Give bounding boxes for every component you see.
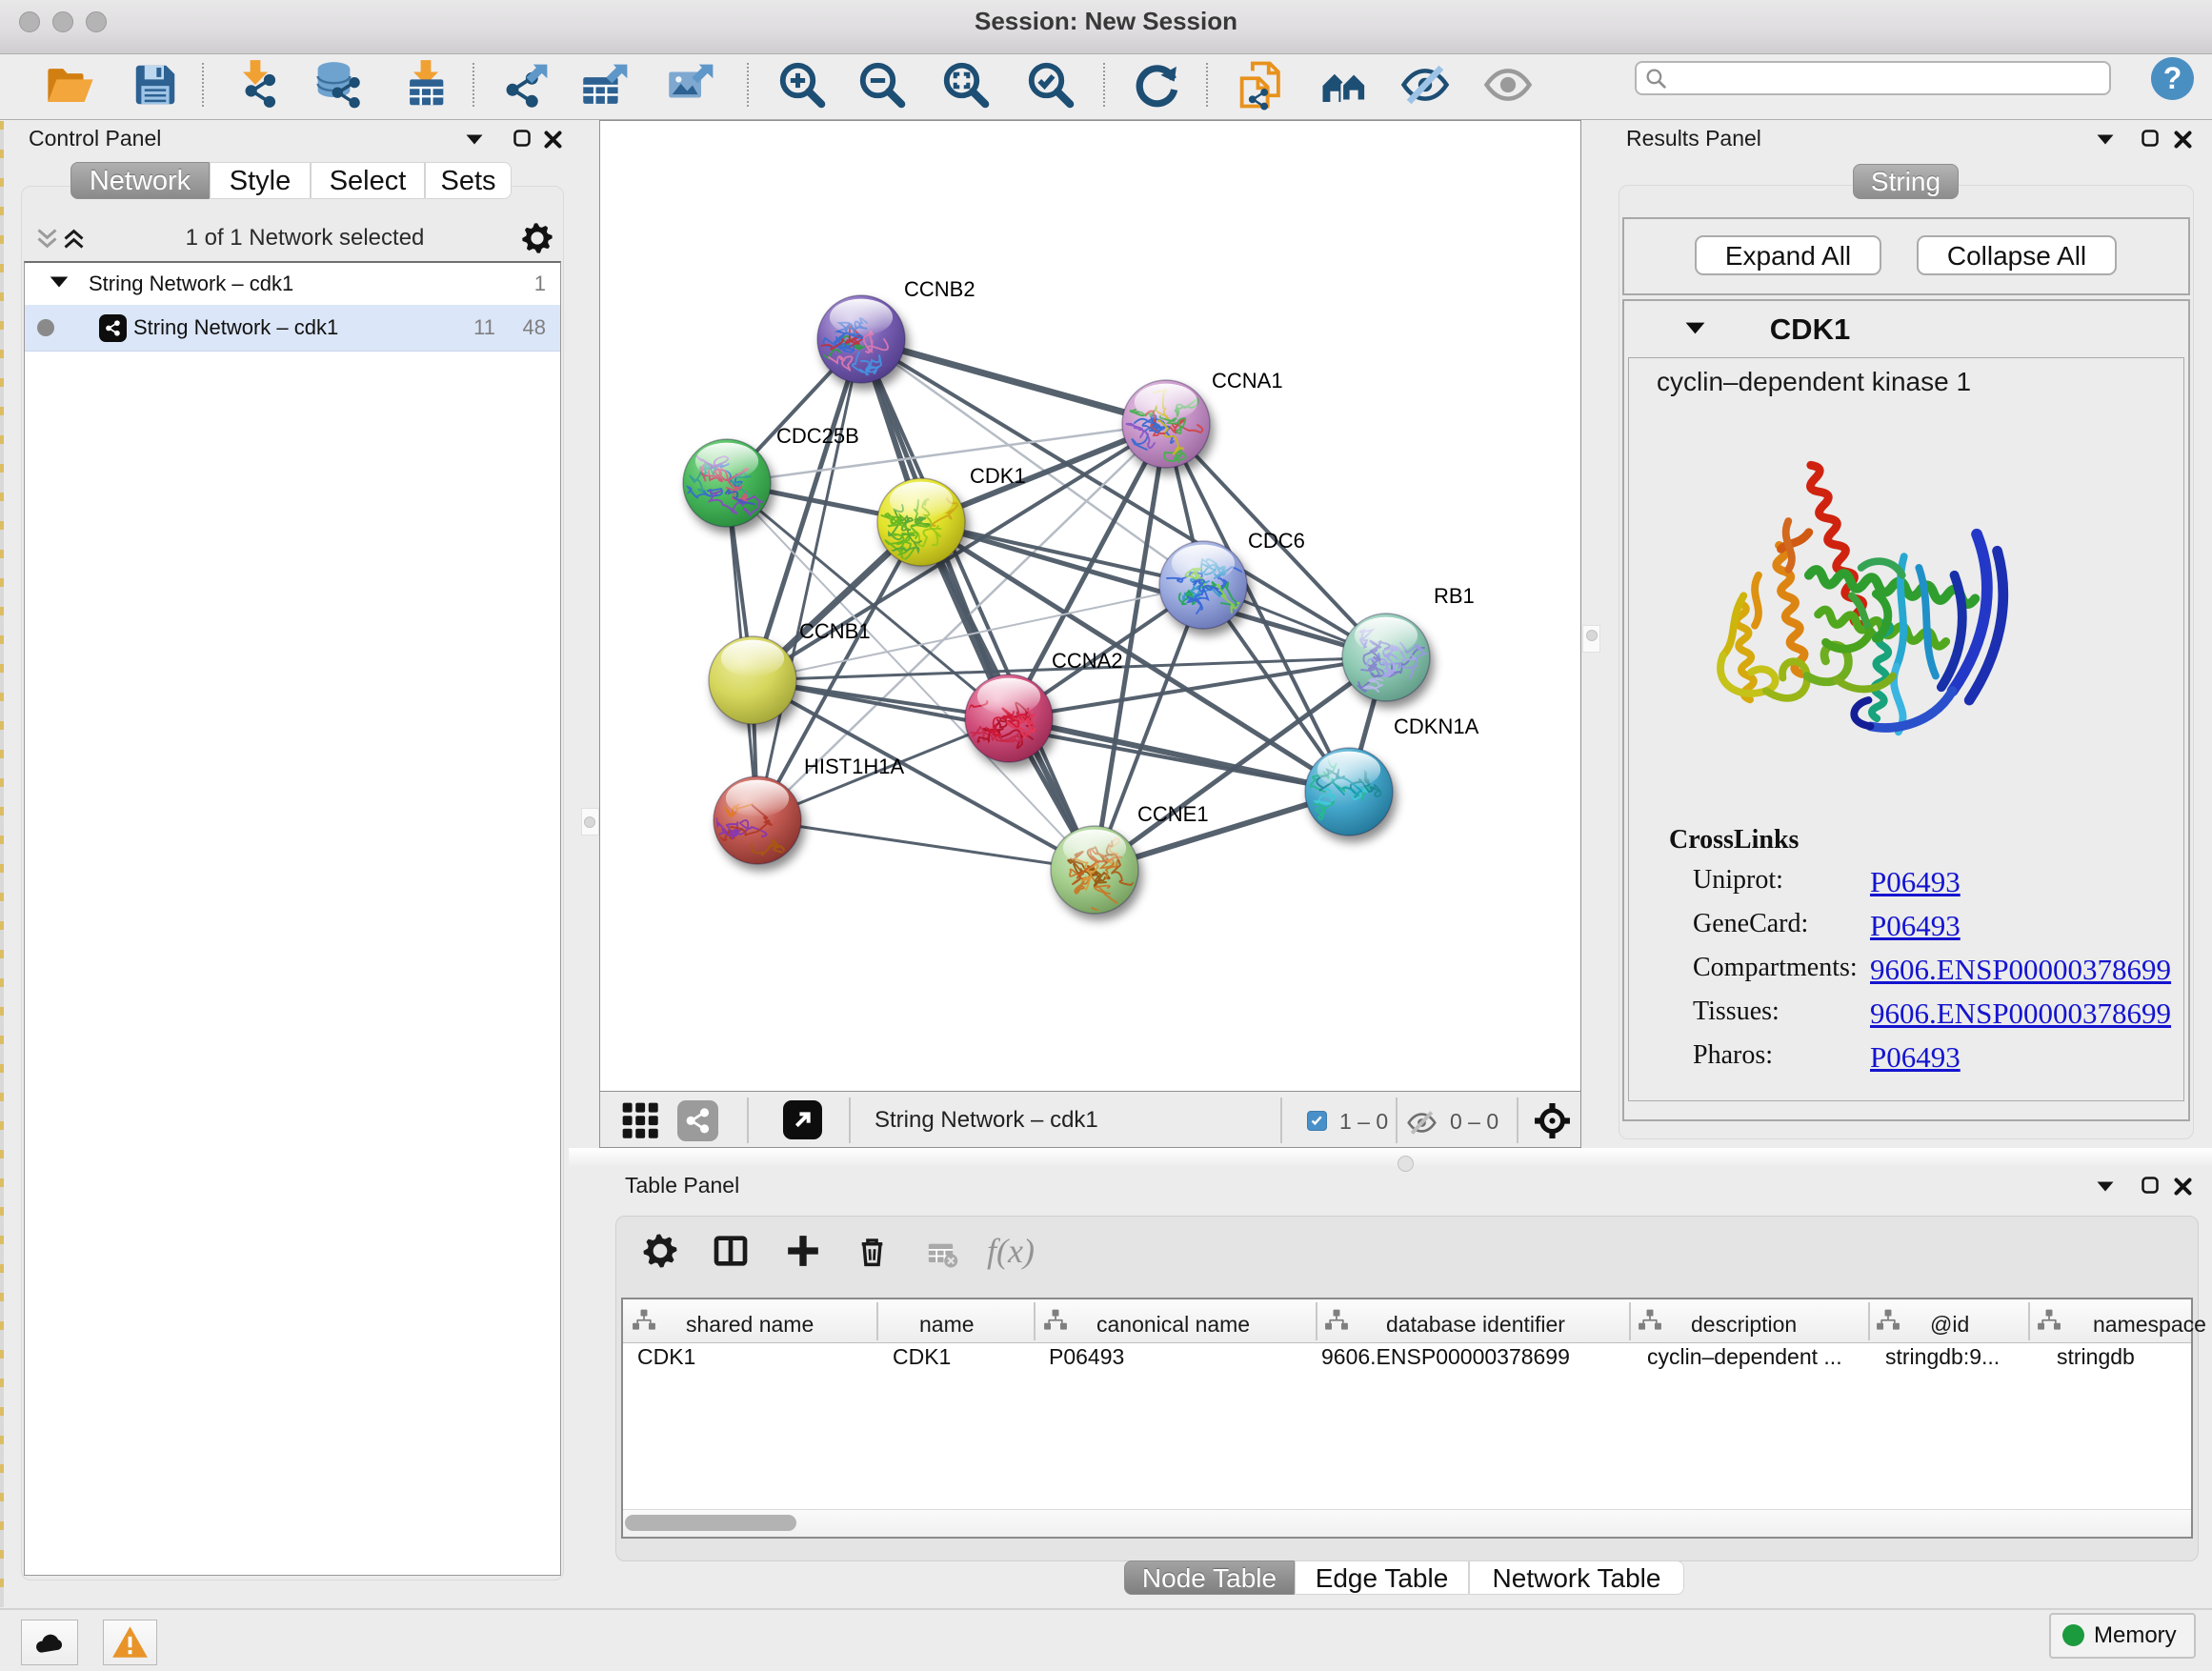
svg-text:CCNA2: CCNA2 <box>1052 649 1123 673</box>
svg-text:CCNB2: CCNB2 <box>904 277 975 301</box>
svg-text:CDKN1A: CDKN1A <box>1394 715 1479 738</box>
svg-text:CDC6: CDC6 <box>1248 529 1305 553</box>
svg-text:RB1: RB1 <box>1434 584 1475 608</box>
svg-text:CDC25B: CDC25B <box>776 424 859 448</box>
svg-text:CDK1: CDK1 <box>970 464 1026 488</box>
svg-text:CCNA1: CCNA1 <box>1212 369 1283 393</box>
svg-text:CCNE1: CCNE1 <box>1137 802 1209 826</box>
svg-text:CCNB1: CCNB1 <box>799 619 871 643</box>
svg-text:HIST1H1A: HIST1H1A <box>804 755 904 778</box>
